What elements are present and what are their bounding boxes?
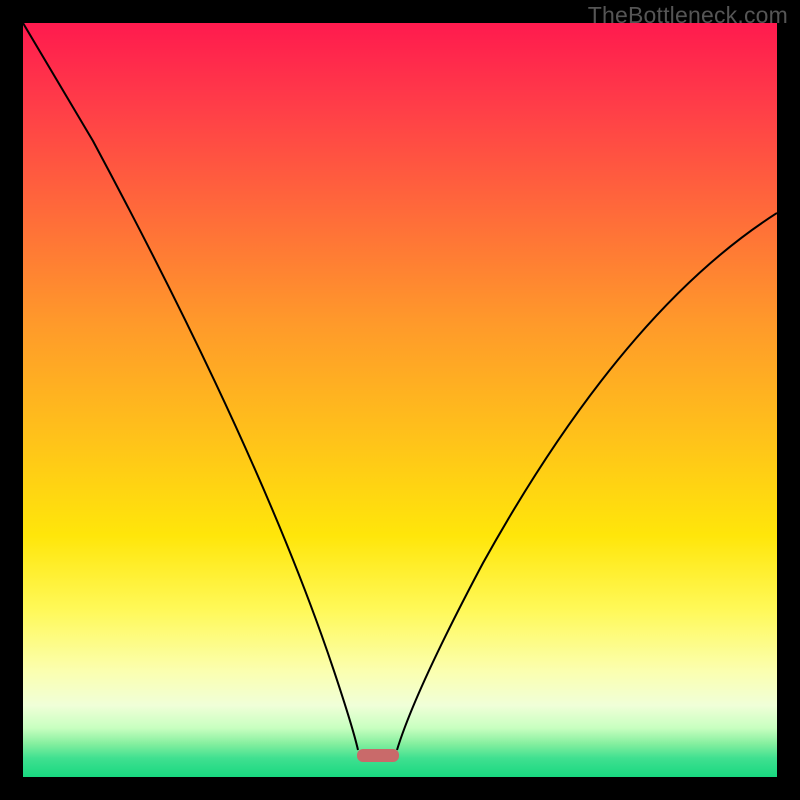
watermark-text: TheBottleneck.com <box>588 2 788 29</box>
plot-area <box>23 23 777 777</box>
optimal-marker <box>357 749 399 762</box>
chart-frame: TheBottleneck.com <box>0 0 800 800</box>
plot-background <box>23 23 777 777</box>
plot-svg <box>23 23 777 777</box>
